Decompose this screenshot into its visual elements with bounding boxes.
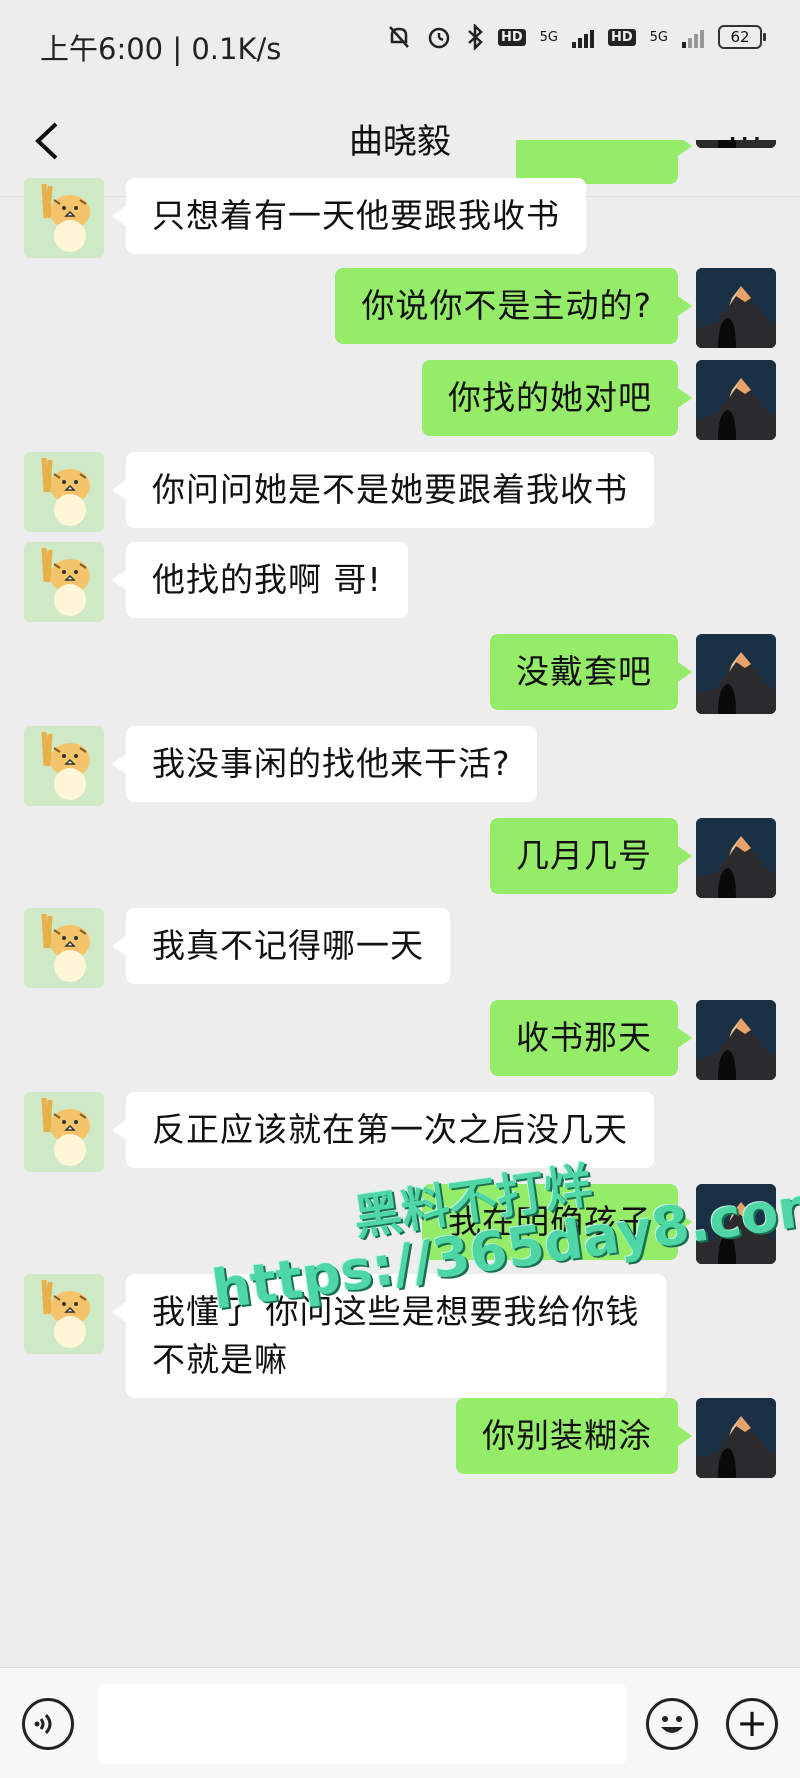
incoming-message-bubble[interactable]: 他找的我啊 哥! <box>112 542 408 618</box>
outgoing-message-bubble[interactable]: 几月几号 <box>490 818 692 894</box>
outgoing-message-bubble[interactable]: 我在明确孩子 <box>422 1184 692 1260</box>
outgoing-message-bubble[interactable]: 收书那天 <box>490 1000 692 1076</box>
emoji-icon[interactable] <box>646 1698 698 1750</box>
contact-avatar[interactable] <box>24 1274 104 1354</box>
incoming-message-bubble[interactable]: 我真不记得哪一天 <box>112 908 450 984</box>
message-input[interactable] <box>98 1684 626 1764</box>
signal-icon-1 <box>571 26 594 48</box>
incoming-message-bubble[interactable]: 只想着有一天他要跟我收书 <box>112 178 586 254</box>
contact-avatar[interactable] <box>24 452 104 532</box>
my-avatar[interactable] <box>696 140 776 148</box>
my-avatar[interactable] <box>696 634 776 714</box>
hd-badge-2: HD <box>607 28 636 46</box>
incoming-message-bubble[interactable]: 你问问她是不是她要跟着我收书 <box>112 452 654 528</box>
status-icons: HD 5G HD 5G 62 <box>386 24 766 50</box>
hd-badge-1: HD <box>497 28 526 46</box>
outgoing-message-bubble[interactable]: 你找的她对吧 <box>422 360 692 436</box>
voice-icon[interactable] <box>22 1698 74 1750</box>
incoming-message-bubble[interactable]: 我懂了 你问这些是想要我给你钱 不就是嘛 <box>112 1274 666 1398</box>
incoming-message-bubble[interactable]: 反正应该就在第一次之后没几天 <box>112 1092 654 1168</box>
contact-avatar[interactable] <box>24 1092 104 1172</box>
contact-avatar[interactable] <box>24 178 104 258</box>
input-bar: + <box>0 1667 800 1778</box>
status-bar: 上午6:00 | 0.1K/s HD 5G HD 5G 62 <box>0 0 800 86</box>
battery-icon: 62 <box>718 25 766 49</box>
plus-icon[interactable]: + <box>726 1698 778 1750</box>
my-avatar[interactable] <box>696 1184 776 1264</box>
my-avatar[interactable] <box>696 360 776 440</box>
network-type-2: 5G <box>649 29 668 45</box>
incoming-message-bubble[interactable]: 我没事闲的找他来干活? <box>112 726 537 802</box>
outgoing-message-bubble[interactable]: 你说你不是主动的? <box>335 268 692 344</box>
status-time: 上午6:00 | 0.1K/s <box>40 32 282 66</box>
my-avatar[interactable] <box>696 818 776 898</box>
my-avatar[interactable] <box>696 268 776 348</box>
outgoing-message-bubble[interactable]: 你别装糊涂 <box>456 1398 692 1474</box>
my-avatar[interactable] <box>696 1000 776 1080</box>
bluetooth-icon <box>468 24 483 50</box>
contact-avatar[interactable] <box>24 542 104 622</box>
mute-icon <box>389 26 409 48</box>
outgoing-message-bubble[interactable]: 没戴套吧 <box>490 634 692 710</box>
contact-avatar[interactable] <box>24 726 104 806</box>
contact-avatar[interactable] <box>24 908 104 988</box>
message-list[interactable]: 只想着有一天他要跟我收书你说你不是主动的? 你找的她对吧你问问她是不是她要跟着我收… <box>0 140 800 1660</box>
alarm-icon <box>428 27 450 49</box>
signal-icon-2 <box>682 26 704 48</box>
network-type-1: 5G <box>539 29 558 45</box>
my-avatar[interactable] <box>696 1398 776 1478</box>
